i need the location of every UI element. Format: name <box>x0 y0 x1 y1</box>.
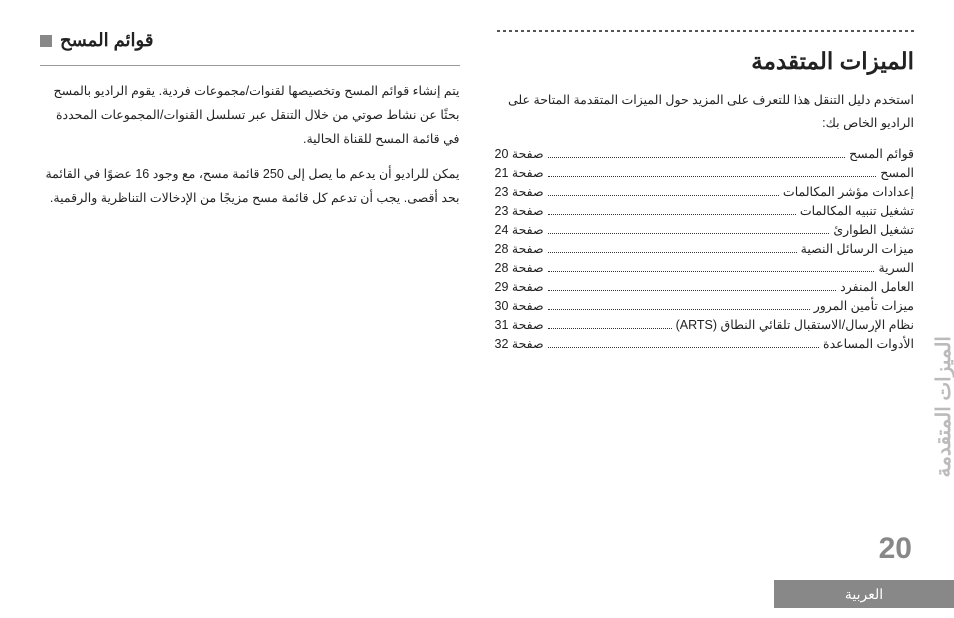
toc-row: نظام الإرسال/الاستقبال تلقائي النطاق (AR… <box>495 317 915 332</box>
toc-label: السرية <box>878 260 914 275</box>
toc-leader-dots <box>548 214 796 215</box>
toc-row: ميزات الرسائل النصية صفحة 28 <box>495 241 915 256</box>
toc-label: ميزات الرسائل النصية <box>801 241 914 256</box>
intro-text: استخدم دليل التنقل هذا للتعرف على المزيد… <box>495 89 915 134</box>
horizontal-rule <box>40 65 460 66</box>
toc-row: إعدادات مؤشر المكالمات صفحة 23 <box>495 184 915 199</box>
toc-page-ref: صفحة 21 <box>495 165 544 180</box>
toc-page-ref: صفحة 32 <box>495 336 544 351</box>
section-title: قوائم المسح <box>60 30 153 51</box>
toc-label: إعدادات مؤشر المكالمات <box>783 184 914 199</box>
toc-leader-dots <box>548 176 877 177</box>
toc-row: الأدوات المساعدة صفحة 32 <box>495 336 915 351</box>
toc-page-ref: صفحة 29 <box>495 279 544 294</box>
paragraph-1: يتم إنشاء قوائم المسح وتخصيصها لقنوات/مج… <box>40 80 460 151</box>
toc-leader-dots <box>548 328 672 329</box>
side-tab-label: الميزات المتقدمة <box>932 336 954 478</box>
toc-label: ميزات تأمين المرور <box>814 298 914 313</box>
toc-label: تشغيل تنبيه المكالمات <box>800 203 914 218</box>
toc-label: المسح <box>880 165 914 180</box>
page-number: 20 <box>879 532 912 566</box>
toc-page-ref: صفحة 31 <box>495 317 544 332</box>
toc-page-ref: صفحة 23 <box>495 203 544 218</box>
language-tab: العربية <box>774 580 954 608</box>
toc-page-ref: صفحة 28 <box>495 241 544 256</box>
toc-leader-dots <box>548 309 810 310</box>
toc-row: ميزات تأمين المرور صفحة 30 <box>495 298 915 313</box>
toc-label: تشغيل الطوارئ <box>833 222 914 237</box>
toc-label: نظام الإرسال/الاستقبال تلقائي النطاق (AR… <box>676 317 914 332</box>
left-column: قوائم المسح يتم إنشاء قوائم المسح وتخصيص… <box>40 30 460 540</box>
toc-label: قوائم المسح <box>849 146 914 161</box>
header-dotted-line <box>495 30 915 32</box>
toc-row: تشغيل تنبيه المكالمات صفحة 23 <box>495 203 915 218</box>
paragraph-2: يمكن للراديو أن يدعم ما يصل إلى 250 قائم… <box>40 163 460 211</box>
toc-leader-dots <box>548 290 837 291</box>
toc-row: تشغيل الطوارئ صفحة 24 <box>495 222 915 237</box>
toc-leader-dots <box>548 347 819 348</box>
table-of-contents: قوائم المسح صفحة 20 المسح صفحة 21 إعدادات مؤ… <box>495 146 915 351</box>
toc-page-ref: صفحة 20 <box>495 146 544 161</box>
toc-row: قوائم المسح صفحة 20 <box>495 146 915 161</box>
section-heading: قوائم المسح <box>40 30 460 51</box>
toc-row: العامل المنفرد صفحة 29 <box>495 279 915 294</box>
toc-page-ref: صفحة 30 <box>495 298 544 313</box>
toc-label: العامل المنفرد <box>840 279 914 294</box>
toc-leader-dots <box>548 157 846 158</box>
toc-leader-dots <box>548 195 779 196</box>
toc-row: السرية صفحة 28 <box>495 260 915 275</box>
toc-leader-dots <box>548 271 875 272</box>
toc-label: الأدوات المساعدة <box>823 336 914 351</box>
square-bullet-icon <box>40 35 52 47</box>
toc-leader-dots <box>548 252 797 253</box>
right-column: الميزات المتقدمة استخدم دليل التنقل هذا … <box>495 30 915 540</box>
toc-page-ref: صفحة 23 <box>495 184 544 199</box>
toc-page-ref: صفحة 24 <box>495 222 544 237</box>
main-title: الميزات المتقدمة <box>495 48 915 75</box>
toc-row: المسح صفحة 21 <box>495 165 915 180</box>
toc-page-ref: صفحة 28 <box>495 260 544 275</box>
toc-leader-dots <box>548 233 830 234</box>
